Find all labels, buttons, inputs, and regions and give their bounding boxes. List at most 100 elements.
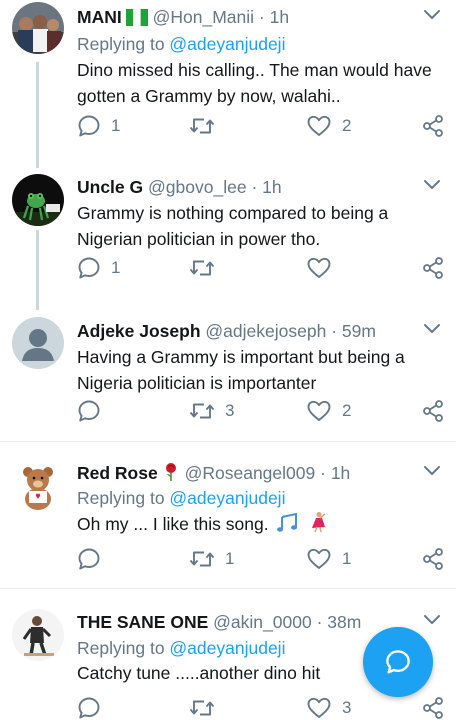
separator-dot: · bbox=[316, 612, 323, 632]
share-button[interactable] bbox=[421, 396, 445, 426]
retweet-count: 1 bbox=[225, 549, 235, 568]
separator-dot: · bbox=[258, 7, 265, 27]
user-handle[interactable]: @gbovo_lee bbox=[148, 177, 247, 197]
display-name[interactable]: Uncle G bbox=[77, 177, 143, 197]
share-button[interactable] bbox=[421, 693, 445, 720]
replying-label: Replying to bbox=[77, 488, 170, 508]
mention-link[interactable]: @adeyanjudeji bbox=[169, 34, 285, 54]
avatar[interactable] bbox=[12, 609, 64, 661]
display-name[interactable]: THE SANE ONE bbox=[77, 612, 208, 632]
share-icon bbox=[423, 115, 443, 137]
tweet-adjeke-joseph[interactable]: Adjeke Joseph @adjekejoseph · 59m Having… bbox=[0, 314, 456, 440]
replying-to: Replying to @adeyanjudeji bbox=[77, 31, 285, 57]
tweet-header: Adjeke Joseph @adjekejoseph · 59m bbox=[77, 318, 417, 344]
timestamp[interactable]: 59m bbox=[342, 321, 376, 341]
share-icon bbox=[423, 548, 443, 570]
mention-link[interactable]: @adeyanjudeji bbox=[169, 638, 285, 658]
like-button[interactable] bbox=[306, 253, 342, 283]
tweet-header: Uncle G @gbovo_lee · 1h bbox=[77, 174, 417, 200]
tweet-uncle-g[interactable]: Uncle G @gbovo_lee · 1h Grammy is nothin… bbox=[0, 170, 456, 300]
avatar[interactable] bbox=[12, 317, 64, 369]
retweet-icon bbox=[189, 551, 215, 567]
tweet-text-body: Oh my ... I like this song. bbox=[77, 514, 269, 534]
retweet-button[interactable] bbox=[189, 253, 225, 283]
chevron-down-icon[interactable] bbox=[422, 178, 442, 192]
timestamp[interactable]: 38m bbox=[327, 612, 361, 632]
tweet-header: THE SANE ONE @akin_0000 · 38m bbox=[77, 609, 417, 635]
like-button[interactable]: 3 bbox=[306, 693, 351, 720]
tweet-actions: 3 bbox=[0, 693, 456, 720]
reply-icon bbox=[78, 548, 100, 570]
display-name[interactable]: Adjeke Joseph bbox=[77, 321, 201, 341]
timestamp[interactable]: 1h bbox=[331, 463, 350, 483]
timestamp[interactable]: 1h bbox=[262, 177, 281, 197]
heart-icon bbox=[307, 400, 331, 421]
share-button[interactable] bbox=[421, 253, 445, 283]
reply-button[interactable] bbox=[77, 544, 111, 574]
separator-dot: · bbox=[251, 177, 258, 197]
user-handle[interactable]: @akin_0000 bbox=[213, 612, 312, 632]
reply-button[interactable] bbox=[77, 693, 111, 720]
like-count: 1 bbox=[342, 549, 352, 568]
heart-icon bbox=[307, 115, 331, 136]
like-button[interactable]: 1 bbox=[306, 544, 351, 574]
reply-icon bbox=[78, 400, 100, 422]
replying-label: Replying to bbox=[77, 34, 170, 54]
reply-button[interactable] bbox=[77, 396, 111, 426]
replying-to: Replying to @adeyanjudeji bbox=[77, 485, 285, 511]
chevron-down-icon[interactable] bbox=[422, 613, 442, 627]
retweet-count: 3 bbox=[225, 401, 235, 420]
heart-icon bbox=[307, 548, 331, 569]
reply-button[interactable]: 1 bbox=[77, 253, 120, 283]
reply-icon bbox=[78, 115, 100, 137]
tweet-red-rose[interactable]: Red Rose @Roseangel009 · 1h Replying to … bbox=[0, 456, 456, 586]
user-handle[interactable]: @adjekejoseph bbox=[205, 321, 326, 341]
retweet-icon bbox=[189, 118, 215, 134]
avatar[interactable] bbox=[12, 2, 64, 54]
reply-button[interactable]: 1 bbox=[77, 111, 120, 141]
share-button[interactable] bbox=[421, 544, 445, 574]
retweet-button[interactable] bbox=[189, 693, 225, 720]
display-name[interactable]: MANI bbox=[77, 7, 122, 27]
retweet-button[interactable]: 3 bbox=[189, 396, 234, 426]
chevron-down-icon[interactable] bbox=[422, 322, 442, 336]
tweet-divider bbox=[0, 441, 456, 442]
user-handle[interactable]: @Roseangel009 bbox=[185, 463, 316, 483]
display-name[interactable]: Red Rose bbox=[77, 463, 158, 483]
heart-icon bbox=[307, 697, 331, 718]
separator-dot: · bbox=[320, 463, 326, 483]
reply-count: 1 bbox=[111, 116, 121, 135]
retweet-icon bbox=[189, 700, 215, 716]
tweet-divider bbox=[0, 588, 456, 589]
chevron-down-icon[interactable] bbox=[422, 464, 442, 478]
tweet-actions: 1 1 bbox=[0, 544, 456, 574]
tweet-header: Red Rose @Roseangel009 · 1h bbox=[77, 460, 417, 486]
compose-reply-button[interactable] bbox=[363, 627, 433, 697]
share-icon bbox=[423, 400, 443, 422]
avatar[interactable] bbox=[12, 174, 64, 226]
dancer-icon bbox=[308, 511, 328, 540]
share-icon bbox=[423, 697, 443, 719]
replying-label: Replying to bbox=[77, 638, 170, 658]
mention-link[interactable]: @adeyanjudeji bbox=[169, 488, 285, 508]
user-handle[interactable]: @Hon_Manii bbox=[153, 7, 254, 27]
avatar[interactable] bbox=[12, 460, 64, 512]
retweet-icon bbox=[189, 260, 215, 276]
tweet-actions: 1 2 bbox=[0, 111, 456, 141]
share-button[interactable] bbox=[421, 111, 445, 141]
tweet-mani[interactable]: MANI @Hon_Manii · 1h Replying to @adeyan… bbox=[0, 0, 456, 150]
timestamp[interactable]: 1h bbox=[270, 7, 289, 27]
like-button[interactable]: 2 bbox=[306, 396, 351, 426]
retweet-icon bbox=[189, 403, 215, 419]
retweet-button[interactable] bbox=[189, 111, 225, 141]
chevron-down-icon[interactable] bbox=[422, 8, 442, 22]
like-button[interactable]: 2 bbox=[306, 111, 351, 141]
like-count: 2 bbox=[342, 116, 352, 135]
music-notes-icon bbox=[277, 512, 299, 540]
tweet-text: Dino missed his calling.. The man would … bbox=[77, 60, 432, 106]
reply-icon bbox=[78, 257, 100, 279]
tweet-actions: 1 bbox=[0, 253, 456, 283]
retweet-button[interactable]: 1 bbox=[189, 544, 234, 574]
replying-to: Replying to @adeyanjudeji bbox=[77, 635, 285, 661]
tweet-actions: 3 2 bbox=[0, 396, 456, 426]
